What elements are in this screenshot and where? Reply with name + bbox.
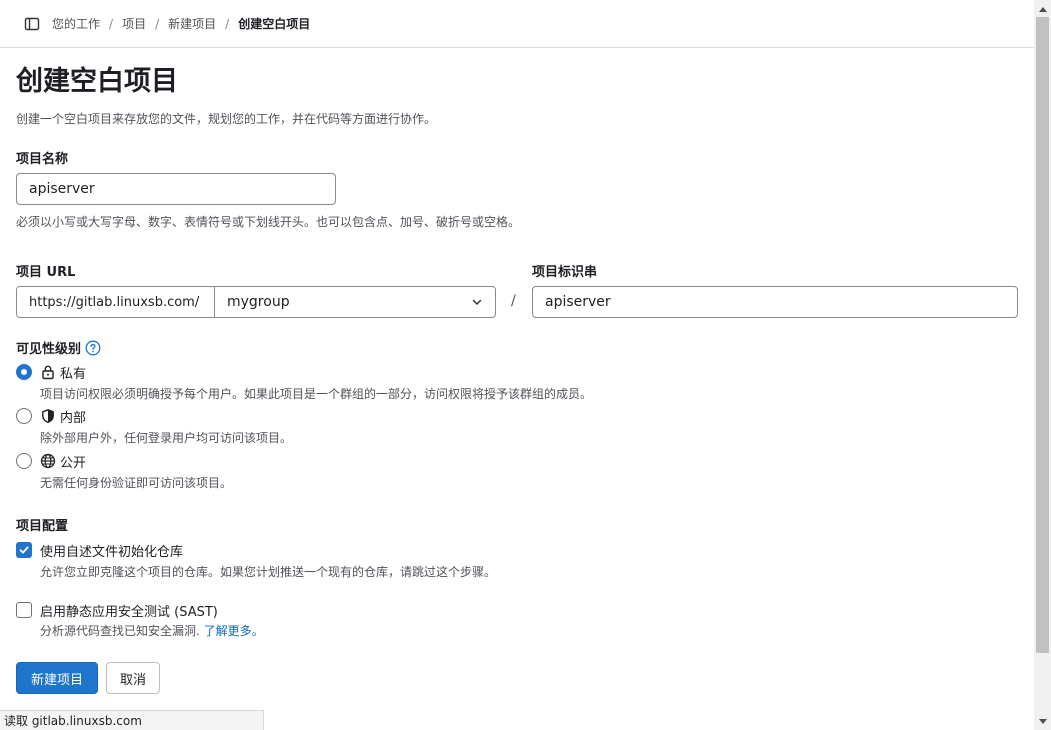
sast-desc-row: 分析源代码查找已知安全漏洞. 了解更多。 (40, 622, 264, 639)
project-name-help: 必须以小写或大写字母、数字、表情符号或下划线开头。也可以包含点、加号、破折号或空… (16, 215, 521, 229)
project-slug-input[interactable] (532, 286, 1018, 318)
breadcrumb: 您的工作 / 项目 / 新建项目 / 创建空白项目 (52, 15, 310, 32)
breadcrumb-item-your-work[interactable]: 您的工作 (52, 15, 100, 32)
question-circle-icon[interactable] (85, 340, 101, 356)
project-url-group: https://gitlab.linuxsb.com/ mygroup (16, 286, 496, 318)
visibility-radio-public[interactable] (16, 453, 32, 469)
create-project-button[interactable]: 新建项目 (16, 662, 98, 694)
visibility-label-public: 公开 (60, 455, 87, 471)
sast-label: 启用静态应用安全测试 (SAST) (40, 604, 218, 620)
project-config-label: 项目配置 (16, 519, 69, 534)
page-title: 创建空白项目 (16, 66, 178, 97)
breadcrumb-item-projects[interactable]: 项目 (122, 15, 146, 32)
visibility-option-private[interactable]: 私有 (16, 363, 87, 382)
chevron-down-icon (471, 296, 483, 308)
visibility-option-public[interactable]: 公开 (16, 452, 87, 471)
scroll-down-arrow-icon[interactable] (1034, 713, 1051, 730)
visibility-label-private: 私有 (60, 366, 87, 382)
visibility-label-row: 可见性级别 (16, 338, 101, 357)
visibility-radio-private[interactable] (16, 364, 32, 380)
globe-icon (40, 453, 56, 469)
project-name-label: 项目名称 (16, 152, 69, 167)
sast-desc: 分析源代码查找已知安全漏洞. (40, 624, 200, 638)
visibility-label: 可见性级别 (16, 342, 82, 357)
page-scrollbar[interactable] (1034, 0, 1051, 730)
shield-icon (40, 408, 56, 424)
visibility-desc-public: 无需任何身份验证即可访问该项目。 (40, 476, 233, 490)
page-description: 创建一个空白项目来存放您的文件，规划您的工作，并在代码等方面进行协作。 (16, 112, 437, 126)
project-url-label: 项目 URL (16, 265, 76, 280)
init-readme-checkbox[interactable] (16, 542, 32, 558)
sast-checkbox[interactable] (16, 602, 32, 618)
project-slug-label: 项目标识串 (532, 265, 598, 280)
init-readme-label: 使用自述文件初始化仓库 (40, 544, 184, 560)
check-icon (19, 546, 29, 554)
visibility-radio-internal[interactable] (16, 408, 32, 424)
lock-icon (40, 364, 56, 380)
project-name-input[interactable] (16, 173, 336, 205)
visibility-desc-internal: 除外部用户外，任何登录用户均可访问该项目。 (40, 431, 293, 445)
breadcrumb-separator: / (155, 16, 160, 31)
init-readme-option[interactable]: 使用自述文件初始化仓库 (16, 541, 184, 560)
sidebar-toggle-icon[interactable] (24, 16, 40, 32)
scrollbar-thumb[interactable] (1036, 17, 1049, 653)
namespace-select-value: mygroup (227, 294, 290, 310)
visibility-desc-private: 项目访问权限必须明确授予每个用户。如果此项目是一个群组的一部分，访问权限将授予该… (40, 387, 593, 401)
cancel-button[interactable]: 取消 (106, 662, 160, 694)
browser-status-bar: 读取 gitlab.linuxsb.com (0, 710, 264, 730)
visibility-option-internal[interactable]: 内部 (16, 407, 87, 426)
breadcrumb-item-new-project[interactable]: 新建项目 (168, 15, 216, 32)
scroll-up-arrow-icon[interactable] (1034, 0, 1051, 17)
breadcrumb-current[interactable]: 创建空白项目 (238, 15, 310, 32)
top-bar: 您的工作 / 项目 / 新建项目 / 创建空白项目 (0, 0, 1034, 48)
url-slug-separator: / (511, 293, 516, 309)
breadcrumb-separator: / (225, 16, 230, 31)
init-readme-desc: 允许您立即克隆这个项目的仓库。如果您计划推送一个现有的仓库，请跳过这个步骤。 (40, 565, 497, 579)
sast-option[interactable]: 启用静态应用安全测试 (SAST) (16, 601, 218, 620)
project-url-prefix: https://gitlab.linuxsb.com/ (17, 287, 215, 317)
namespace-select[interactable]: mygroup (215, 287, 495, 317)
visibility-label-internal: 内部 (60, 410, 87, 426)
breadcrumb-separator: / (109, 16, 114, 31)
learn-more-link[interactable]: 了解更多。 (204, 624, 264, 638)
